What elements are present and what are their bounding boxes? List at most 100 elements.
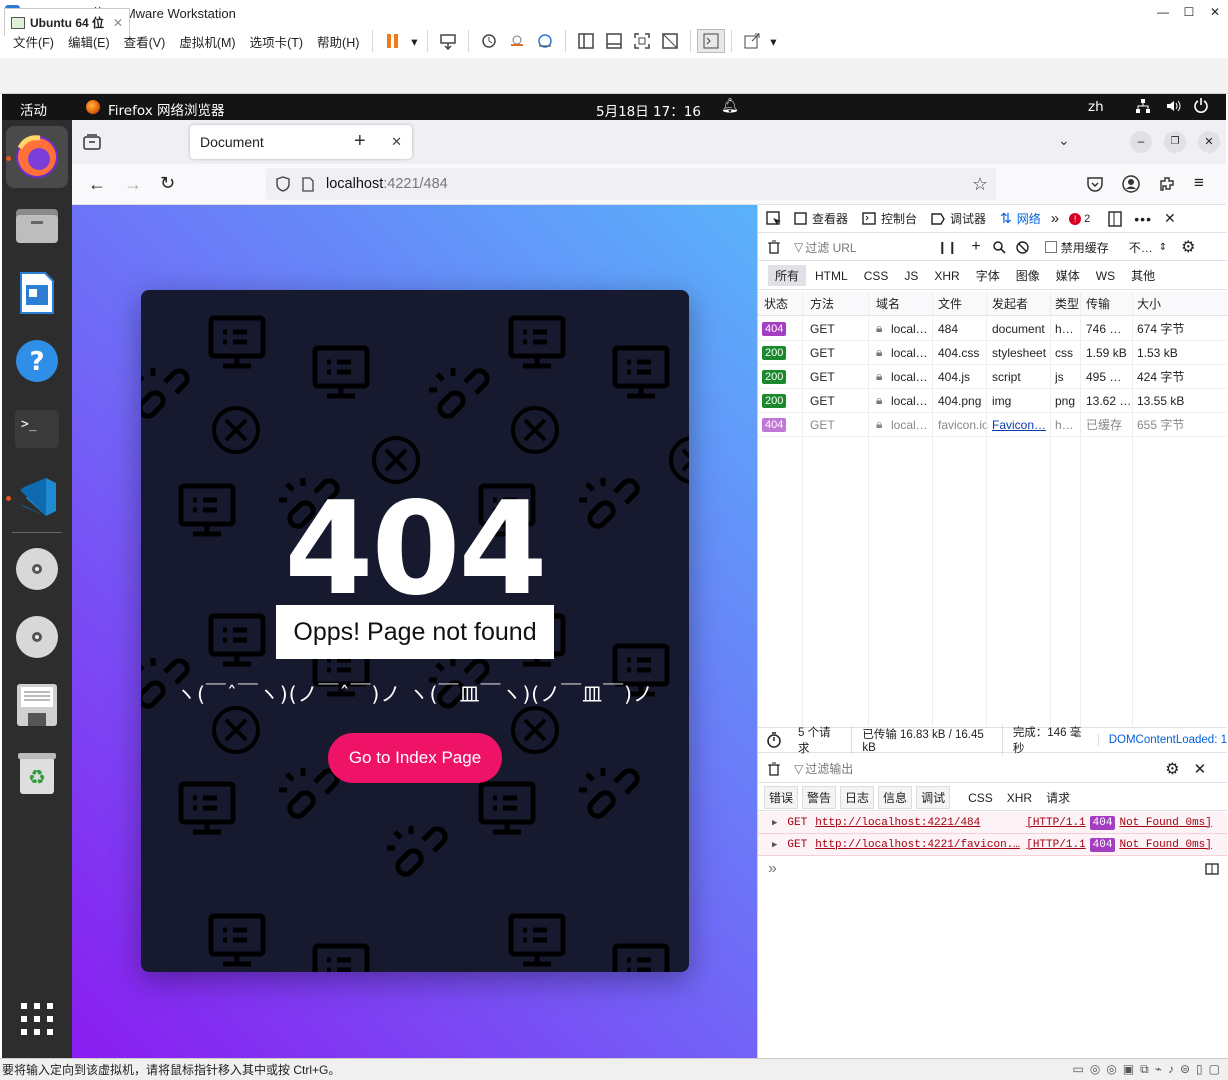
pocket-icon[interactable] bbox=[1086, 175, 1104, 193]
network-icon[interactable] bbox=[1135, 98, 1151, 114]
input-method[interactable]: zh bbox=[1088, 99, 1104, 115]
col-domain[interactable]: 域名 bbox=[876, 295, 900, 312]
dock-cdrom-1[interactable] bbox=[14, 546, 60, 592]
console-message[interactable]: ▶ GET http://localhost:4221/favicon.… [H… bbox=[758, 834, 1227, 856]
hdd-icon[interactable]: ▭ bbox=[1073, 1062, 1084, 1077]
printer-icon[interactable]: ⊜ bbox=[1180, 1062, 1190, 1077]
trash-icon[interactable] bbox=[768, 762, 780, 776]
col-status[interactable]: 状态 bbox=[764, 295, 788, 312]
shield-icon[interactable] bbox=[276, 176, 290, 192]
sidebar-view-icon[interactable] bbox=[572, 29, 600, 53]
table-row[interactable]: 404 GET 🔒︎ local… 484 document h… 746 … … bbox=[758, 317, 1227, 341]
menu-vm[interactable]: 虚拟机(M) bbox=[172, 32, 242, 51]
col-size[interactable]: 大小 bbox=[1137, 295, 1161, 312]
account-icon[interactable] bbox=[1122, 175, 1140, 193]
reload-icon[interactable]: ↻ bbox=[160, 173, 175, 194]
filter-js[interactable]: JS bbox=[897, 267, 925, 285]
go-to-index-button[interactable]: Go to Index Page bbox=[328, 733, 502, 783]
pause-icon[interactable] bbox=[379, 29, 407, 53]
minimize-icon[interactable]: – bbox=[1130, 131, 1152, 153]
expand-arrow-icon[interactable]: ▶ bbox=[772, 818, 777, 828]
filter-all[interactable]: 所有 bbox=[768, 265, 807, 286]
error-count-badge[interactable]: ! 2 bbox=[1069, 212, 1090, 225]
display-icon[interactable]: ▯ bbox=[1196, 1062, 1203, 1077]
expand-arrow-icon[interactable]: ▶ bbox=[772, 840, 777, 850]
level-debug[interactable]: 调试 bbox=[916, 786, 951, 809]
log-status-text[interactable]: Not Found 0ms] bbox=[1119, 839, 1211, 851]
dock-cdrom-2[interactable] bbox=[14, 614, 60, 660]
pause-icon[interactable]: ❙❙ bbox=[937, 240, 957, 254]
element-picker-icon[interactable] bbox=[766, 210, 782, 227]
more-tabs-icon[interactable]: » bbox=[1051, 210, 1059, 227]
col-type[interactable]: 类型 bbox=[1055, 295, 1079, 312]
gear-icon[interactable]: ⚙ bbox=[1165, 759, 1179, 779]
console-filter-input[interactable]: 过滤输出 bbox=[805, 760, 1165, 777]
tab-ubuntu-vm[interactable]: Ubuntu 64 位 ✕ bbox=[4, 8, 130, 36]
power-icon[interactable] bbox=[1193, 97, 1209, 113]
chevron-down-icon[interactable]: ▾ bbox=[766, 29, 780, 53]
more-options-icon[interactable]: ••• bbox=[1134, 211, 1152, 227]
url-bar[interactable]: localhost:4221/484 ☆ bbox=[266, 168, 996, 200]
revert-snapshot-icon[interactable] bbox=[503, 29, 531, 53]
minimize-icon[interactable]: — bbox=[1150, 5, 1176, 19]
volume-icon[interactable] bbox=[1165, 98, 1181, 114]
fullscreen-icon[interactable] bbox=[628, 29, 656, 53]
filter-css-msgs[interactable]: CSS bbox=[968, 791, 993, 805]
filter-fonts[interactable]: 字体 bbox=[969, 265, 1007, 286]
restore-icon[interactable]: ❐ bbox=[1164, 131, 1186, 153]
dock-terminal[interactable]: >_ bbox=[14, 406, 60, 452]
firefox-view-icon[interactable] bbox=[83, 134, 101, 150]
close-window-icon[interactable]: ✕ bbox=[1198, 131, 1220, 153]
unity-icon[interactable] bbox=[656, 29, 684, 53]
log-url[interactable]: http://localhost:4221/favicon.… bbox=[815, 839, 1020, 851]
filter-media[interactable]: 媒体 bbox=[1049, 265, 1087, 286]
table-row[interactable]: 200 GET 🔒︎ local… 404.css stylesheet css… bbox=[758, 341, 1227, 365]
show-apps-button[interactable] bbox=[14, 996, 60, 1042]
close-devtools-icon[interactable]: ✕ bbox=[1164, 210, 1176, 227]
network-adapter-icon[interactable]: ⧉ bbox=[1140, 1062, 1149, 1077]
close-icon[interactable]: ✕ bbox=[1202, 5, 1228, 19]
bookmark-star-icon[interactable]: ☆ bbox=[972, 174, 988, 195]
usb-icon[interactable]: ⌁ bbox=[1155, 1062, 1162, 1077]
list-tabs-icon[interactable]: ⌄ bbox=[1058, 132, 1070, 149]
dock-side-icon[interactable] bbox=[1108, 210, 1122, 227]
col-transferred[interactable]: 传输 bbox=[1086, 295, 1110, 312]
disable-cache-checkbox[interactable] bbox=[1044, 241, 1057, 253]
level-warnings[interactable]: 警告 bbox=[802, 786, 837, 809]
dock-vscode[interactable] bbox=[14, 474, 60, 520]
col-method[interactable]: 方法 bbox=[810, 295, 834, 312]
tab-document[interactable]: Document ✕ bbox=[190, 125, 412, 159]
throttle-select[interactable]: 不… bbox=[1129, 239, 1153, 256]
cdrom-icon[interactable]: ◎ bbox=[1090, 1062, 1100, 1077]
dock-help[interactable]: ? bbox=[14, 338, 60, 384]
log-status-text[interactable]: Not Found 0ms] bbox=[1119, 817, 1211, 829]
level-logs[interactable]: 日志 bbox=[840, 786, 875, 809]
filter-ws[interactable]: WS bbox=[1089, 267, 1122, 285]
tab-debugger[interactable]: 调试器 bbox=[931, 210, 986, 227]
filter-url-input[interactable]: 过滤 URL bbox=[805, 239, 931, 256]
table-row[interactable]: 404 GET 🔒︎ local… favicon.ico Favicon… h… bbox=[758, 413, 1227, 437]
console-message[interactable]: ▶ GET http://localhost:4221/484 [HTTP/1.… bbox=[758, 812, 1227, 834]
snapshot-icon[interactable] bbox=[475, 29, 503, 53]
filter-xhr-msgs[interactable]: XHR bbox=[1007, 791, 1032, 805]
chevron-updown-icon[interactable]: ⇕ bbox=[1159, 242, 1167, 253]
add-icon[interactable]: + bbox=[971, 238, 980, 256]
close-console-icon[interactable]: ✕ bbox=[1194, 760, 1207, 778]
page-icon[interactable] bbox=[302, 176, 314, 192]
log-protocol[interactable]: [HTTP/1.1 bbox=[1026, 839, 1085, 851]
col-file[interactable]: 文件 bbox=[938, 295, 962, 312]
filter-images[interactable]: 图像 bbox=[1009, 265, 1047, 286]
new-tab-button[interactable]: + bbox=[354, 130, 366, 153]
menu-help[interactable]: 帮助(H) bbox=[310, 32, 366, 51]
maximize-icon[interactable]: ☐ bbox=[1176, 5, 1202, 19]
sound-icon[interactable]: ♪ bbox=[1168, 1062, 1174, 1077]
filter-other[interactable]: 其他 bbox=[1124, 265, 1162, 286]
editor-mode-icon[interactable] bbox=[1205, 863, 1219, 875]
console-input-row[interactable]: » bbox=[758, 857, 1227, 881]
forward-icon[interactable]: → bbox=[124, 174, 142, 195]
filter-css[interactable]: CSS bbox=[857, 267, 896, 285]
message-icon[interactable]: ▢ bbox=[1209, 1062, 1220, 1077]
filter-xhr[interactable]: XHR bbox=[927, 267, 966, 285]
activities-button[interactable]: 活动 bbox=[20, 99, 47, 119]
send-keys-icon[interactable] bbox=[434, 29, 462, 53]
